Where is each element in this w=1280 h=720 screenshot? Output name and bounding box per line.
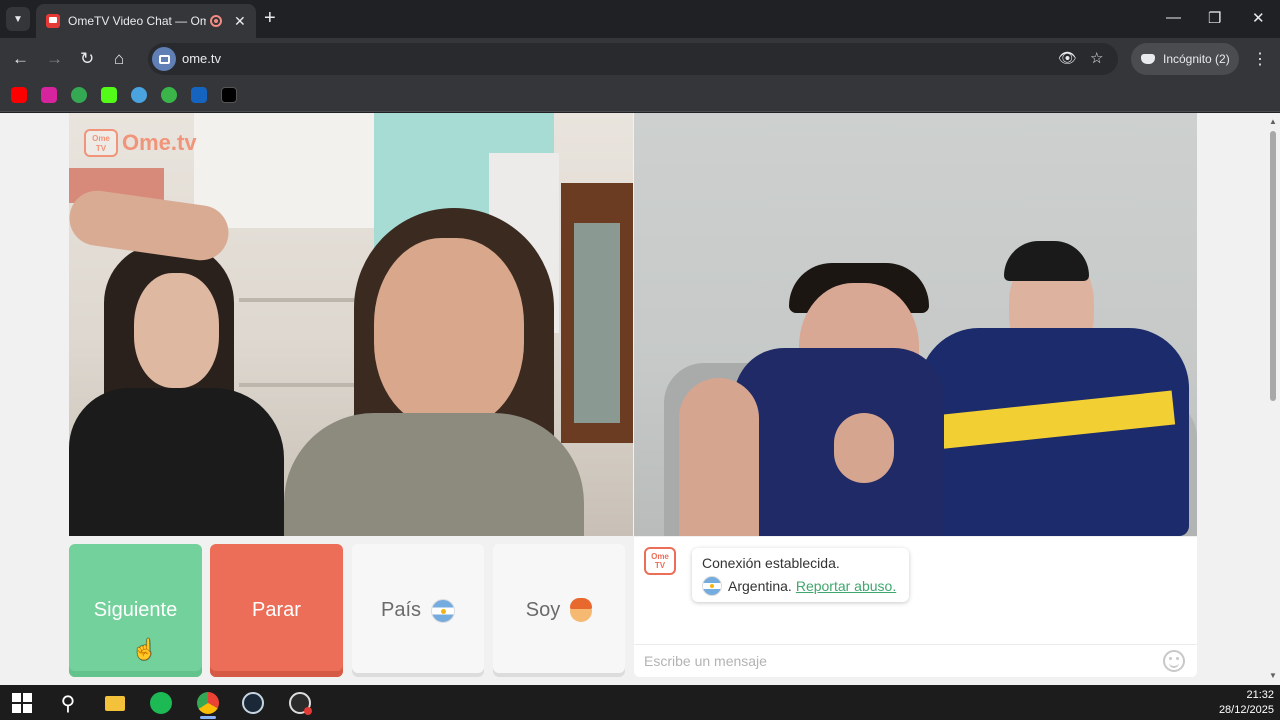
face-right [374, 238, 524, 428]
file-explorer-icon[interactable] [103, 691, 127, 715]
ometv-page: Ome TV Ome.tv Siguiente Parar País Soy ☝… [0, 113, 1266, 685]
search-icon[interactable]: ⚲ [56, 691, 80, 715]
minimize-window-button[interactable]: — [1166, 9, 1181, 26]
connection-status-text: Conexión establecida. [702, 555, 840, 571]
steam-icon[interactable] [241, 691, 265, 715]
browser-toolbar: ← → ↻ ⌂ ome.tv 👁 ☆ Incógnito (2) ⋮ [0, 38, 1280, 80]
system-message: Conexión establecida. Argentina. Reporta… [692, 548, 909, 602]
white-cabinet [194, 113, 379, 228]
xbox-icon[interactable] [71, 87, 87, 103]
forward-button[interactable]: → [46, 49, 63, 69]
chat-panel: Ome TV Conexión establecida. Argentina. … [634, 537, 1197, 677]
spotify-icon[interactable] [149, 691, 173, 715]
tab-search-button[interactable]: ▼ [6, 7, 30, 31]
shelf [239, 298, 359, 302]
local-video: Ome TV Ome.tv [69, 113, 633, 536]
clock-date: 28/12/2025 [1218, 704, 1274, 716]
paypal-icon[interactable] [191, 87, 207, 103]
site-info-icon[interactable] [152, 47, 176, 71]
gender-button-label: Soy [525, 599, 561, 621]
partner-country-line: Argentina. Reportar abuso. [702, 576, 899, 596]
stop-button[interactable]: Parar [210, 544, 343, 677]
browser-menu-icon[interactable]: ⋮ [1252, 49, 1268, 69]
incognito-label: Incógnito (2) [1163, 52, 1230, 66]
obs-icon[interactable] [288, 691, 312, 715]
url-text[interactable]: ome.tv [182, 51, 221, 66]
address-bar[interactable]: ome.tv 👁 ☆ [148, 43, 1118, 75]
close-window-button[interactable]: ✕ [1252, 9, 1265, 27]
ometv-watermark: Ome TV Ome.tv [84, 129, 197, 157]
restore-window-button[interactable]: ❐ [1208, 9, 1221, 27]
tiktok-icon[interactable] [221, 87, 237, 103]
browser-tab[interactable]: OmeTV Video Chat — Ome ✕ [36, 4, 256, 38]
report-abuse-link[interactable]: Reportar abuso. [796, 578, 896, 594]
chrome-icon[interactable] [196, 691, 220, 715]
page-scrollbar[interactable]: ▲ ▼ [1266, 113, 1280, 685]
black-cap [1004, 241, 1089, 281]
message-input[interactable] [634, 644, 1197, 677]
seventeen-icon[interactable] [161, 87, 177, 103]
new-tab-button[interactable]: + [264, 8, 276, 28]
hand-pointer-cursor-icon: ☝ [132, 639, 157, 661]
recording-indicator-icon [210, 15, 222, 27]
chrome-active-indicator [200, 716, 216, 719]
incognito-icon [1141, 54, 1155, 64]
door-glass [574, 223, 620, 423]
instagram-icon[interactable] [41, 87, 57, 103]
scroll-up-icon[interactable]: ▲ [1269, 117, 1277, 126]
emoji-icon[interactable] [1163, 650, 1185, 672]
system-clock[interactable]: 21:32 28/12/2025 [1212, 688, 1274, 718]
windows-taskbar: ⚲ 21:32 28/12/2025 [0, 685, 1280, 720]
close-tab-icon[interactable]: ✕ [234, 13, 246, 30]
incognito-button[interactable]: Incógnito (2) [1131, 43, 1239, 75]
gender-select-button[interactable]: Soy [493, 544, 625, 677]
black-shirt [69, 388, 284, 536]
country-select-button[interactable]: País [352, 544, 484, 677]
arm-left [679, 378, 759, 536]
tab-strip: ▼ OmeTV Video Chat — Ome ✕ + — ❐ ✕ [0, 0, 1280, 38]
scroll-thumb[interactable] [1270, 131, 1276, 401]
youtube-icon[interactable] [11, 87, 27, 103]
argentina-flag-icon [702, 576, 722, 596]
fish-icon[interactable] [131, 87, 147, 103]
bookmarks-bar [0, 80, 1280, 112]
watermark-text: Ome.tv [122, 130, 197, 155]
stop-button-label: Parar [252, 599, 301, 621]
next-button-label: Siguiente [93, 599, 178, 621]
clock-time: 21:32 [1246, 689, 1274, 701]
kick-icon[interactable] [101, 87, 117, 103]
reload-button[interactable]: ↻ [80, 49, 94, 69]
ometv-watermark-logo-icon: Ome TV [84, 129, 118, 157]
home-button[interactable]: ⌂ [114, 49, 124, 69]
tab-title: OmeTV Video Chat — Ome [68, 14, 206, 28]
scroll-down-icon[interactable]: ▼ [1269, 671, 1277, 680]
argentina-flag-icon [431, 598, 456, 623]
grey-shirt [284, 413, 584, 536]
ometv-favicon-icon [46, 14, 60, 28]
country-button-label: País [380, 599, 422, 621]
shelf [239, 383, 359, 387]
start-icon[interactable] [10, 691, 34, 715]
partner-country-text: Argentina. [728, 578, 792, 594]
eye-icon[interactable]: 👁 [1058, 49, 1077, 67]
boy-emoji-icon [570, 597, 593, 622]
back-button[interactable]: ← [12, 49, 29, 69]
ometv-logo-icon: Ome TV [644, 547, 676, 575]
bookmark-star-icon[interactable]: ☆ [1090, 49, 1103, 67]
remote-video [634, 113, 1197, 536]
hand-chin [834, 413, 894, 483]
face-left [134, 273, 219, 388]
